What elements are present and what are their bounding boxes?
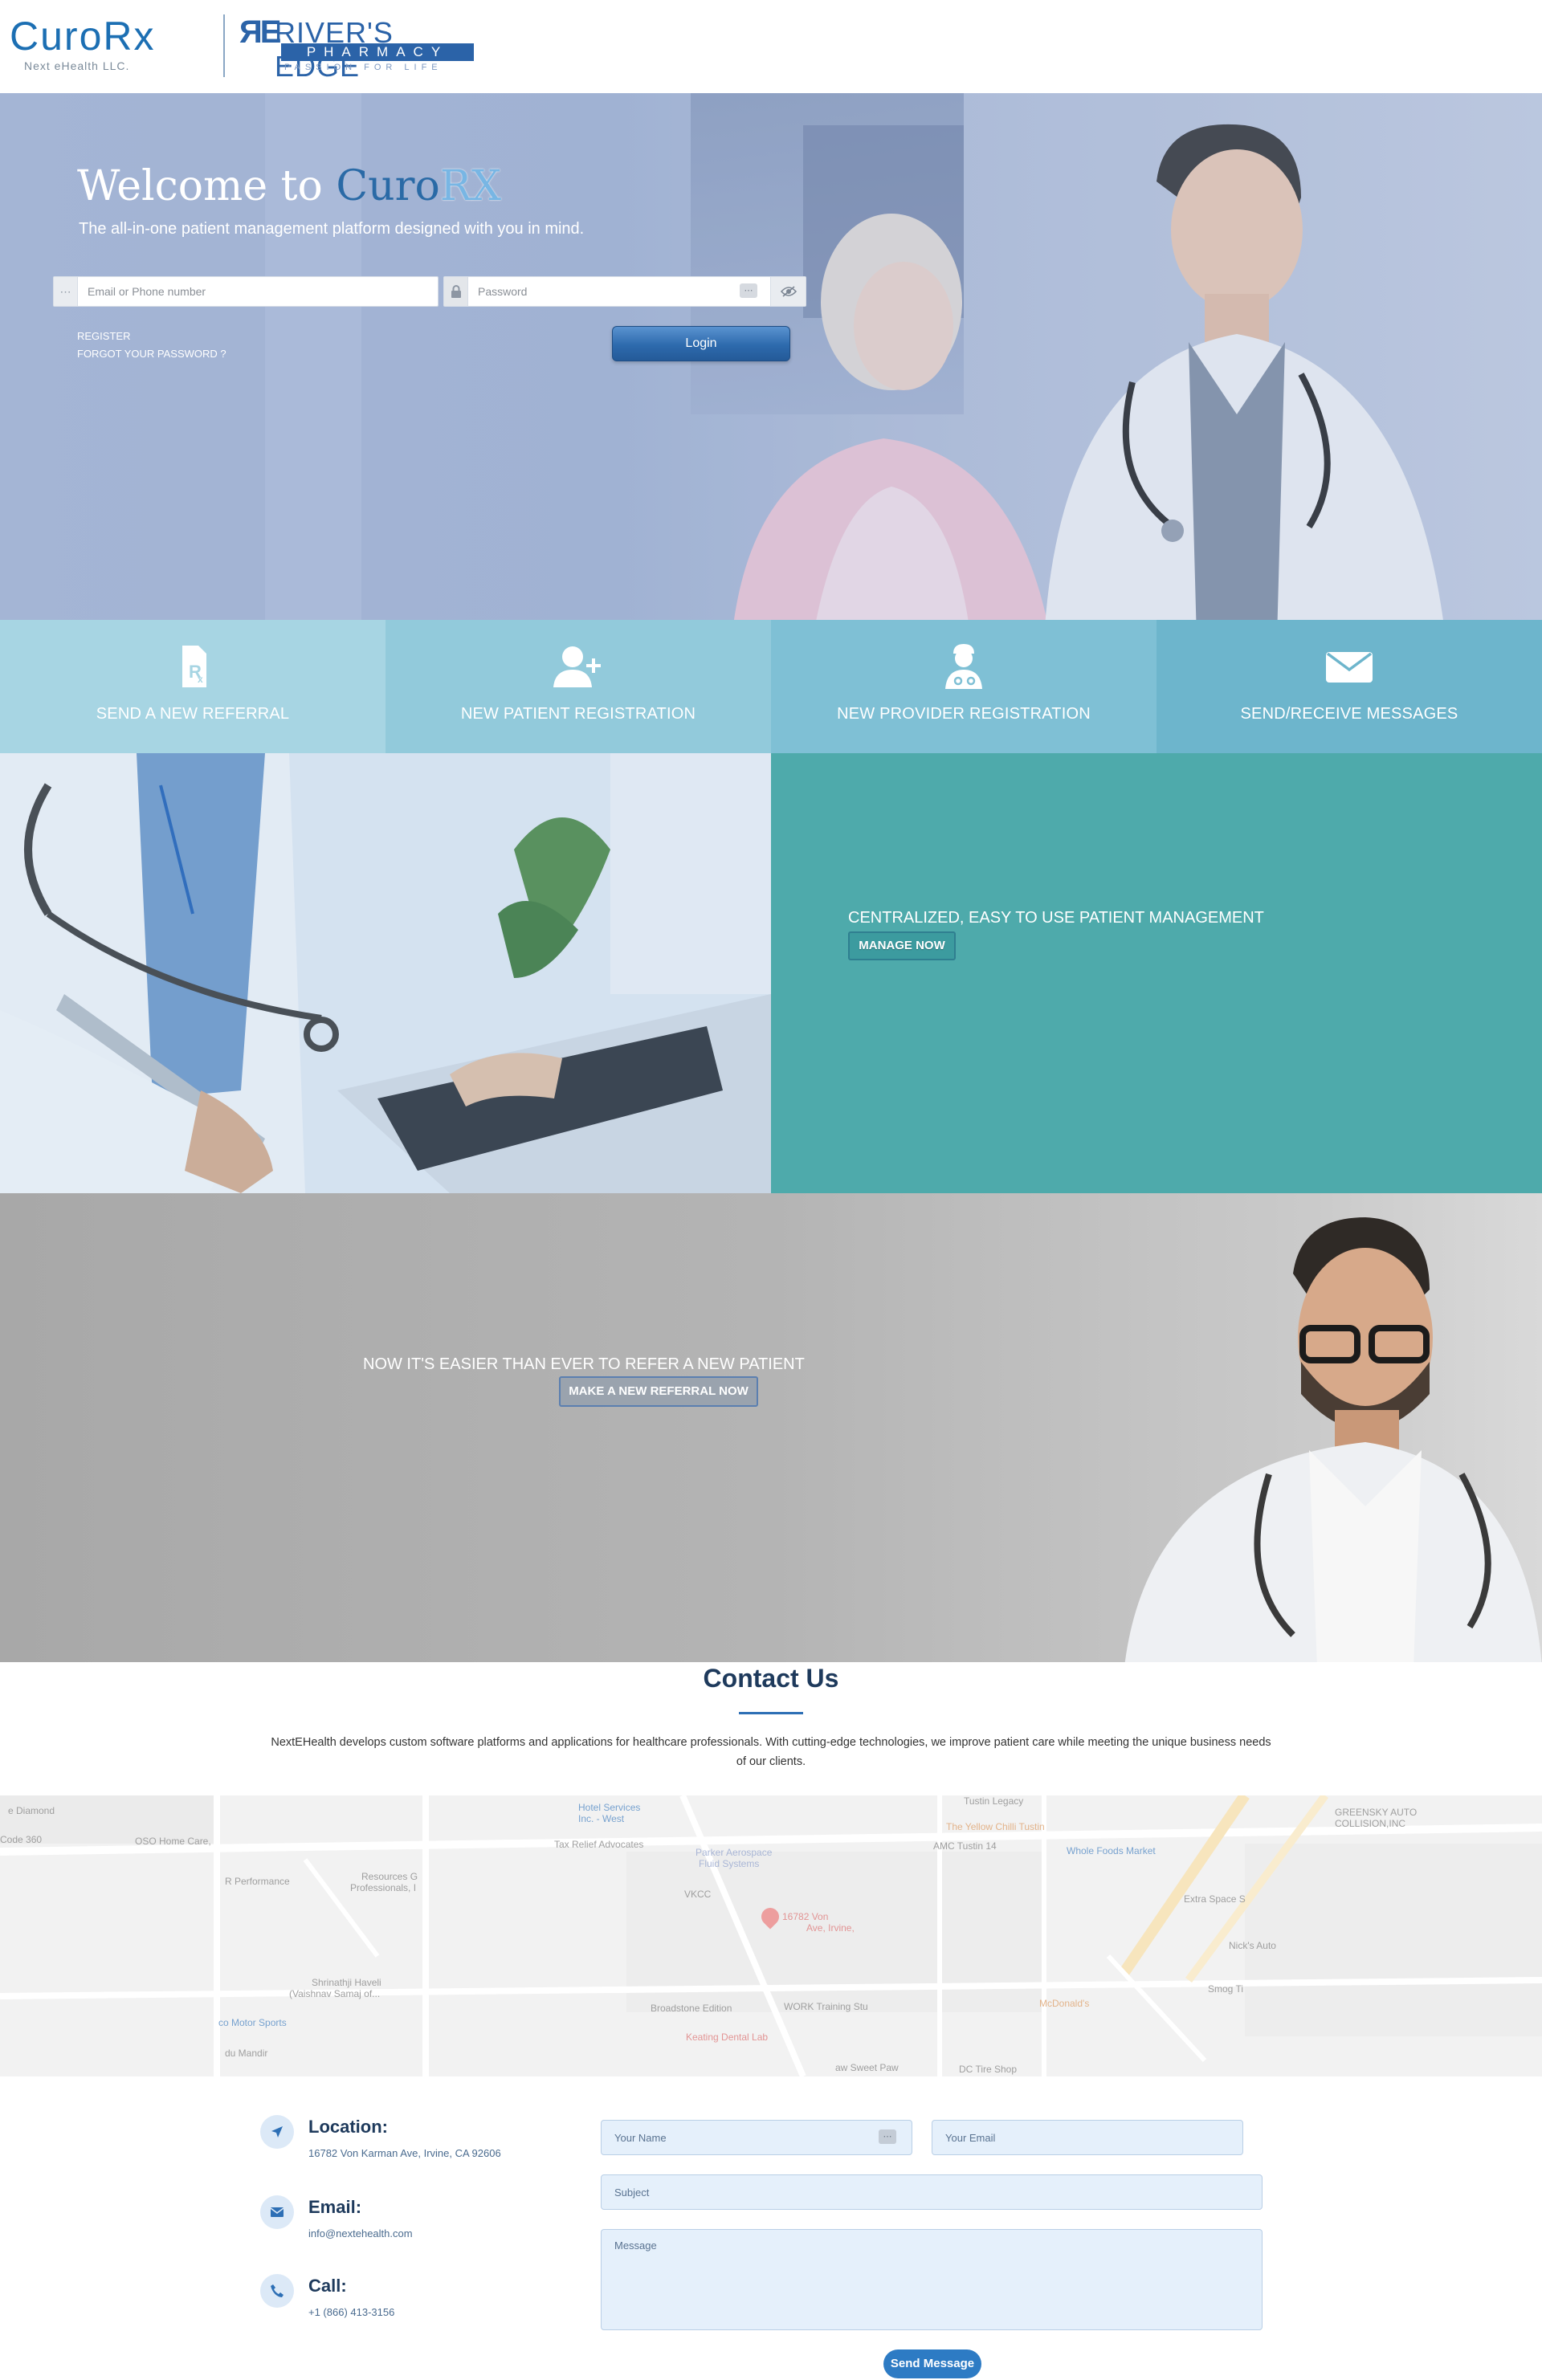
call-info: Call: +1 (866) 413-3156 bbox=[260, 2274, 565, 2330]
map-overlay bbox=[0, 1795, 1542, 2076]
location-label: Location: bbox=[308, 2117, 388, 2137]
keypad-icon: ⋯ bbox=[54, 277, 78, 306]
location-map[interactable]: e Diamond Code 360 OSO Home Care, R Perf… bbox=[0, 1795, 1542, 2076]
login-button[interactable]: Login bbox=[612, 326, 790, 361]
forgot-password-link[interactable]: FORGOT YOUR PASSWORD ? bbox=[77, 345, 226, 363]
contact-description: NextEHealth develops custom software pla… bbox=[271, 1736, 1271, 1768]
hero-section: Welcome to CuroRX The all-in-one patient… bbox=[0, 93, 1542, 620]
feature-tiles: R x SEND A NEW REFERRAL NEW PATIENT REGI… bbox=[0, 620, 1542, 753]
location-arrow-icon bbox=[260, 2115, 294, 2149]
tile-label: NEW PROVIDER REGISTRATION bbox=[837, 705, 1091, 723]
add-user-icon bbox=[553, 646, 601, 687]
email-phone-input[interactable] bbox=[80, 277, 433, 306]
contact-divider bbox=[739, 1712, 803, 1714]
doctor-laptop-image bbox=[0, 753, 771, 1193]
password-keypad-icon[interactable]: ⋯ bbox=[740, 283, 757, 298]
logo-divider bbox=[223, 14, 225, 77]
email-value[interactable]: info@nextehealth.com bbox=[308, 2227, 413, 2239]
rivers-edge-pharmacy: PHARMACY bbox=[281, 43, 474, 61]
manage-now-button[interactable]: MANAGE NOW bbox=[848, 931, 956, 960]
email-info: Email: info@nextehealth.com bbox=[260, 2195, 565, 2252]
prescription-icon: R x bbox=[182, 646, 206, 687]
hero-tagline: The all-in-one patient management platfo… bbox=[79, 220, 585, 238]
password-input[interactable] bbox=[470, 277, 743, 306]
hero-links: REGISTER FORGOT YOUR PASSWORD ? bbox=[77, 328, 226, 363]
doctor-icon bbox=[945, 644, 982, 689]
contact-title: Contact Us bbox=[703, 1664, 839, 1693]
referral-section: NOW IT'S EASIER THAN EVER TO REFER A NEW… bbox=[0, 1193, 1542, 1662]
referral-headline: NOW IT'S EASIER THAN EVER TO REFER A NEW… bbox=[363, 1355, 805, 1373]
location-info: Location: 16782 Von Karman Ave, Irvine, … bbox=[260, 2115, 565, 2171]
email-label: Email: bbox=[308, 2197, 362, 2217]
tile-label: SEND A NEW REFERRAL bbox=[96, 705, 290, 723]
envelope-icon bbox=[1326, 652, 1373, 683]
password-field-group: ⋯ bbox=[443, 276, 806, 307]
welcome-brand: Curo bbox=[336, 162, 440, 210]
call-label: Call: bbox=[308, 2276, 347, 2296]
manage-headline: CENTRALIZED, EASY TO USE PATIENT MANAGEM… bbox=[848, 909, 1264, 927]
welcome-brand-rx: RX bbox=[439, 162, 502, 210]
curorx-logo[interactable]: CuroRx Next eHealth LLC. bbox=[10, 10, 202, 82]
lock-icon bbox=[444, 277, 468, 306]
welcome-prefix: Welcome to bbox=[77, 162, 337, 210]
curorx-logo-subtitle: Next eHealth LLC. bbox=[24, 59, 130, 72]
rivers-edge-mark-icon: ЯE bbox=[239, 14, 281, 50]
email-field-group: ⋯ bbox=[53, 276, 439, 307]
welcome-heading: Welcome to CuroRX bbox=[77, 162, 501, 210]
phone-icon bbox=[260, 2274, 294, 2308]
message-textarea[interactable] bbox=[601, 2229, 1263, 2330]
send-message-button[interactable]: Send Message bbox=[883, 2349, 981, 2378]
envelope-icon bbox=[260, 2195, 294, 2229]
rivers-edge-logo[interactable]: ЯE RIVER'S EDGE PHARMACY PASSION FOR LIF… bbox=[239, 14, 480, 83]
name-keypad-icon[interactable]: ⋯ bbox=[879, 2129, 896, 2144]
manage-section: CENTRALIZED, EASY TO USE PATIENT MANAGEM… bbox=[0, 753, 1542, 1193]
make-referral-button[interactable]: MAKE A NEW REFERRAL NOW bbox=[559, 1376, 758, 1407]
call-value[interactable]: +1 (866) 413-3156 bbox=[308, 2306, 394, 2318]
manage-panel: CENTRALIZED, EASY TO USE PATIENT MANAGEM… bbox=[771, 753, 1542, 1193]
tile-send-referral[interactable]: R x SEND A NEW REFERRAL bbox=[0, 620, 386, 753]
your-email-input[interactable] bbox=[932, 2120, 1243, 2155]
svg-text:x: x bbox=[198, 674, 203, 685]
register-link[interactable]: REGISTER bbox=[77, 328, 226, 345]
curorx-logo-text: CuroRx bbox=[10, 14, 156, 59]
smiling-doctor-image bbox=[1124, 1217, 1542, 1662]
your-name-input[interactable] bbox=[601, 2120, 912, 2155]
site-header: CuroRx Next eHealth LLC. ЯE RIVER'S EDGE… bbox=[0, 0, 1542, 93]
tile-label: SEND/RECEIVE MESSAGES bbox=[1240, 705, 1458, 723]
subject-input[interactable] bbox=[601, 2174, 1263, 2210]
tile-new-patient-registration[interactable]: NEW PATIENT REGISTRATION bbox=[386, 620, 771, 753]
tile-new-provider-registration[interactable]: NEW PROVIDER REGISTRATION bbox=[771, 620, 1156, 753]
rivers-edge-tagline: PASSION FOR LIFE bbox=[284, 63, 443, 72]
location-value: 16782 Von Karman Ave, Irvine, CA 92606 bbox=[308, 2147, 501, 2159]
tile-send-receive-messages[interactable]: SEND/RECEIVE MESSAGES bbox=[1156, 620, 1542, 753]
tile-label: NEW PATIENT REGISTRATION bbox=[460, 705, 696, 723]
toggle-password-visibility-icon[interactable] bbox=[770, 277, 806, 306]
